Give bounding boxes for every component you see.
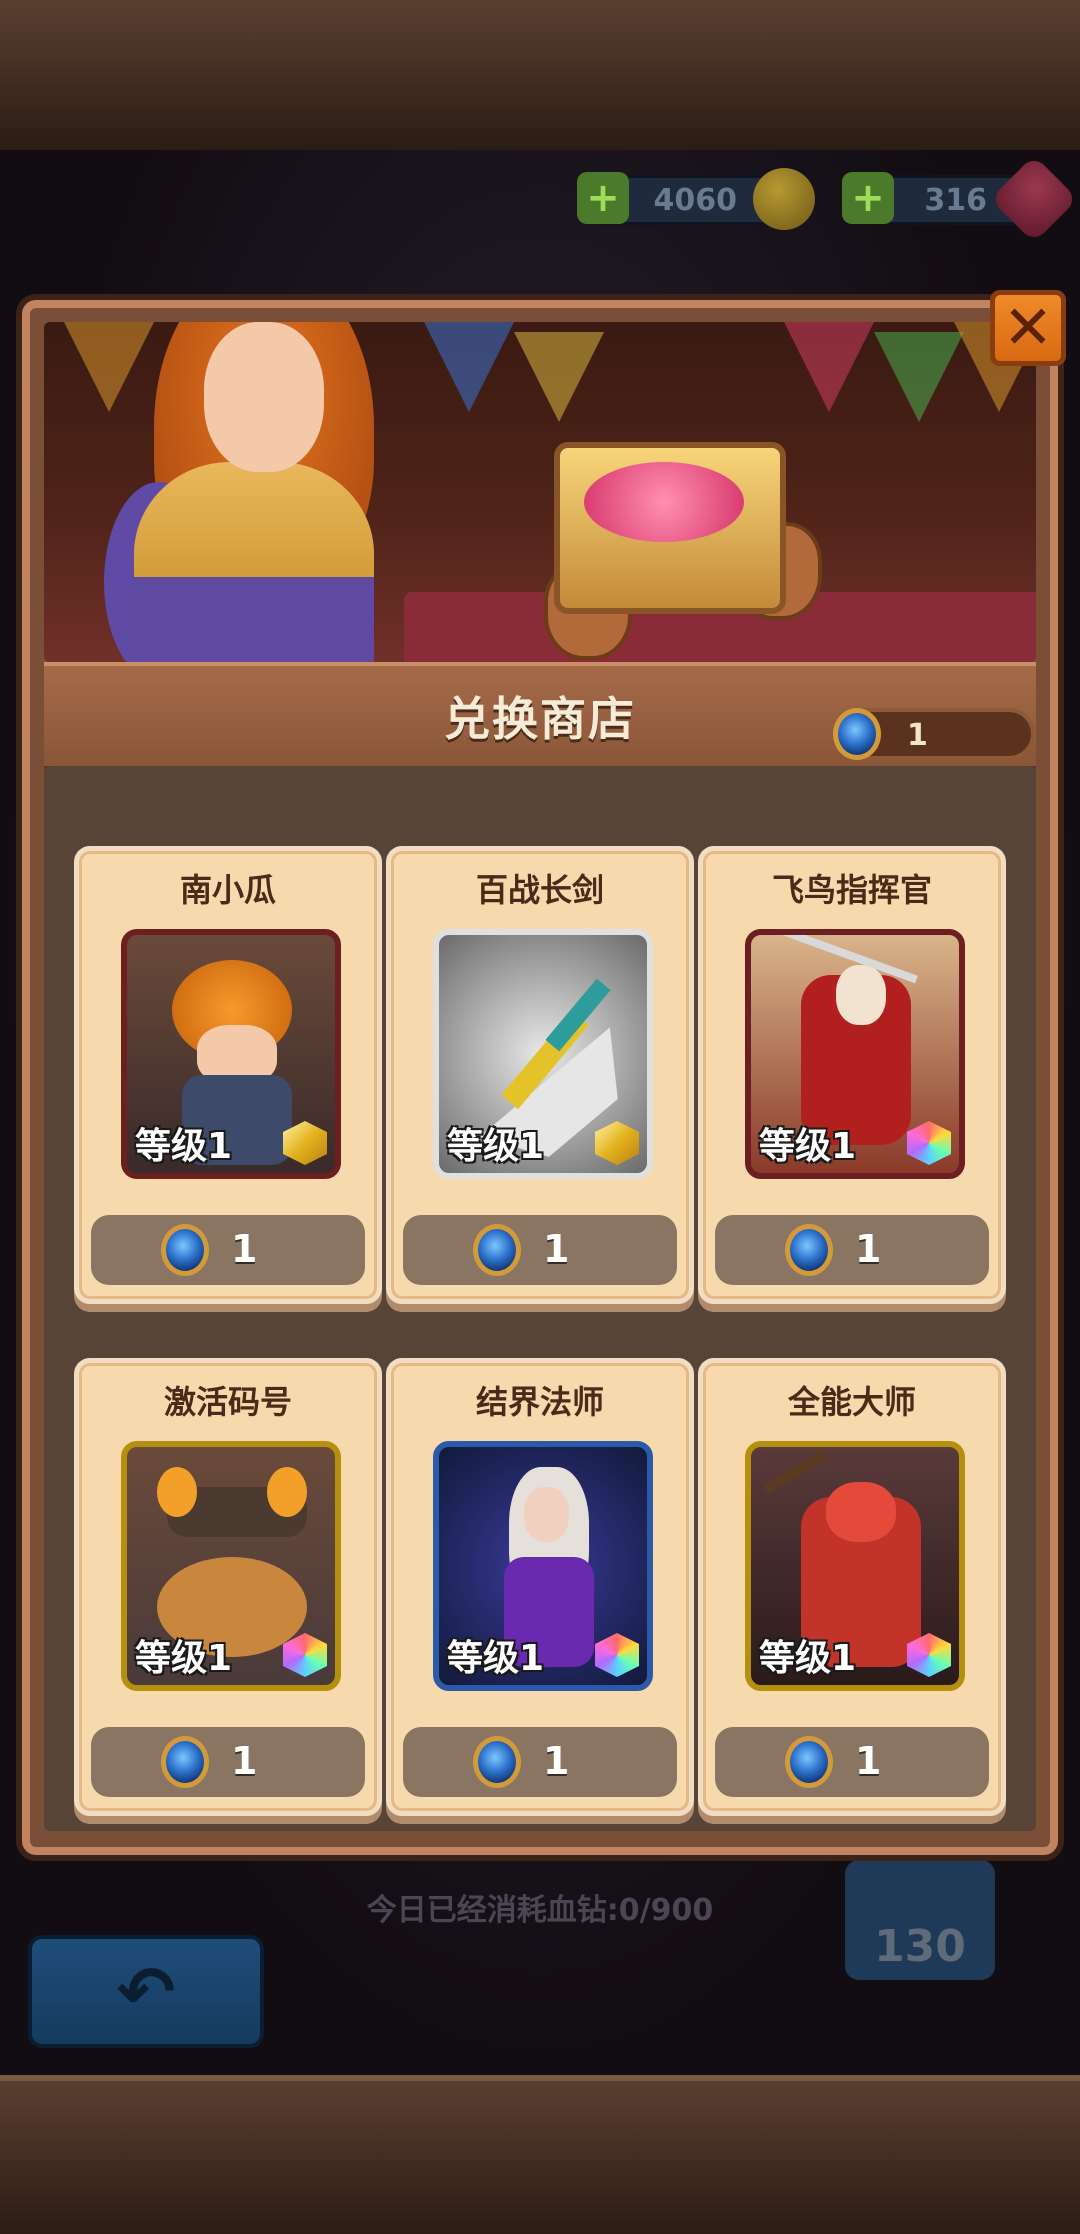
buy-button[interactable]: 1: [403, 1727, 677, 1797]
rarity-rainbow-icon: [907, 1121, 951, 1165]
item-level: 等级1: [135, 1638, 233, 1679]
flame-icon: [267, 1467, 307, 1517]
bunting-flag: [64, 322, 154, 412]
item-name: 全能大师: [787, 1383, 916, 1421]
coin-icon: [753, 168, 815, 230]
coin-amount: 4060: [653, 182, 738, 218]
shop-item-card[interactable]: 全能大师 等级1 1: [698, 1358, 1006, 1816]
item-name: 南小瓜: [179, 871, 276, 909]
item-level: 等级1: [447, 1638, 545, 1679]
item-name: 激活码号: [163, 1383, 292, 1421]
exchange-token-icon: [161, 1224, 209, 1276]
exchange-token-icon: [785, 1736, 833, 1788]
add-coins-button[interactable]: +: [577, 172, 629, 224]
item-level: 等级1: [135, 1126, 233, 1167]
badge-value: 130: [874, 1921, 966, 1972]
rarity-gold-icon: [595, 1121, 639, 1165]
buy-button[interactable]: 1: [91, 1727, 365, 1797]
item-price: 1: [231, 1739, 258, 1783]
shop-item-card[interactable]: 结界法师 等级1 1: [386, 1358, 694, 1816]
background-badge: 130: [845, 1860, 995, 1980]
buy-button[interactable]: 1: [715, 1215, 989, 1285]
item-price: 1: [855, 1227, 882, 1271]
close-button[interactable]: ✕: [990, 290, 1066, 366]
exchange-token-icon: [473, 1736, 521, 1788]
exchange-token-icon: [473, 1224, 521, 1276]
top-frame: [0, 0, 1080, 156]
merchant-face: [204, 322, 324, 472]
item-name: 飞鸟指挥官: [771, 871, 932, 909]
shop-item-card[interactable]: 飞鸟指挥官 等级1 1: [698, 846, 1006, 1304]
item-portrait: 等级1: [433, 1441, 653, 1691]
rarity-rainbow-icon: [283, 1633, 327, 1677]
item-level: 等级1: [759, 1638, 857, 1679]
shop-item-card[interactable]: 百战长剑 等级1 1: [386, 846, 694, 1304]
coin-counter: + 4060: [577, 168, 815, 230]
item-price: 1: [543, 1227, 570, 1271]
bunting-flag: [874, 332, 964, 422]
token-balance: 1: [833, 708, 1035, 760]
item-price: 1: [543, 1739, 570, 1783]
gem-counter: + 316: [842, 155, 1078, 243]
item-portrait: 等级1: [121, 1441, 341, 1691]
bunting-flag: [424, 322, 514, 412]
token-balance-value: 1: [907, 718, 928, 753]
bunting-flag: [784, 322, 874, 412]
exchange-token-icon: [161, 1736, 209, 1788]
item-portrait: 等级1: [433, 929, 653, 1179]
flame-icon: [157, 1467, 197, 1517]
merchant-dress: [134, 462, 374, 662]
buy-button[interactable]: 1: [715, 1727, 989, 1797]
shop-item-card[interactable]: 南小瓜 等级1 1: [74, 846, 382, 1304]
gem-amount: 316: [924, 182, 987, 218]
item-level: 等级1: [447, 1126, 545, 1167]
item-name: 百战长剑: [475, 871, 604, 909]
item-portrait: 等级1: [745, 929, 965, 1179]
gem-pile-icon: [584, 462, 744, 542]
character-face: [826, 1482, 896, 1542]
buy-button[interactable]: 1: [403, 1215, 677, 1285]
back-button[interactable]: ↶: [28, 1935, 264, 2048]
bottom-frame: [0, 2075, 1080, 2234]
shop-item-card[interactable]: 激活码号 等级1 1: [74, 1358, 382, 1816]
item-price: 1: [855, 1739, 882, 1783]
item-portrait: 等级1: [745, 1441, 965, 1691]
exchange-token-icon: [785, 1224, 833, 1276]
add-gems-button[interactable]: +: [842, 172, 894, 224]
exchange-shop-modal: 兑换商店 1 南小瓜 等级1 1 百战长剑 等级1 1 飞鸟指挥官 等级1 1 …: [22, 300, 1058, 1855]
back-arrow-icon: ↶: [116, 1950, 176, 2033]
shop-banner: [44, 322, 1036, 662]
item-name: 结界法师: [475, 1383, 604, 1421]
character-face: [836, 965, 886, 1025]
item-portrait: 等级1: [121, 929, 341, 1179]
item-level: 等级1: [759, 1126, 857, 1167]
item-price: 1: [231, 1227, 258, 1271]
close-icon: ✕: [1002, 293, 1054, 363]
item-grid: 南小瓜 等级1 1 百战长剑 等级1 1 飞鸟指挥官 等级1 1 激活码号 等级…: [44, 766, 1036, 1831]
exchange-token-icon: [833, 708, 881, 760]
rarity-rainbow-icon: [595, 1633, 639, 1677]
bunting-flag: [514, 332, 604, 422]
character-face: [524, 1487, 569, 1542]
buy-button[interactable]: 1: [91, 1215, 365, 1285]
crossbow-icon: [763, 1450, 829, 1494]
